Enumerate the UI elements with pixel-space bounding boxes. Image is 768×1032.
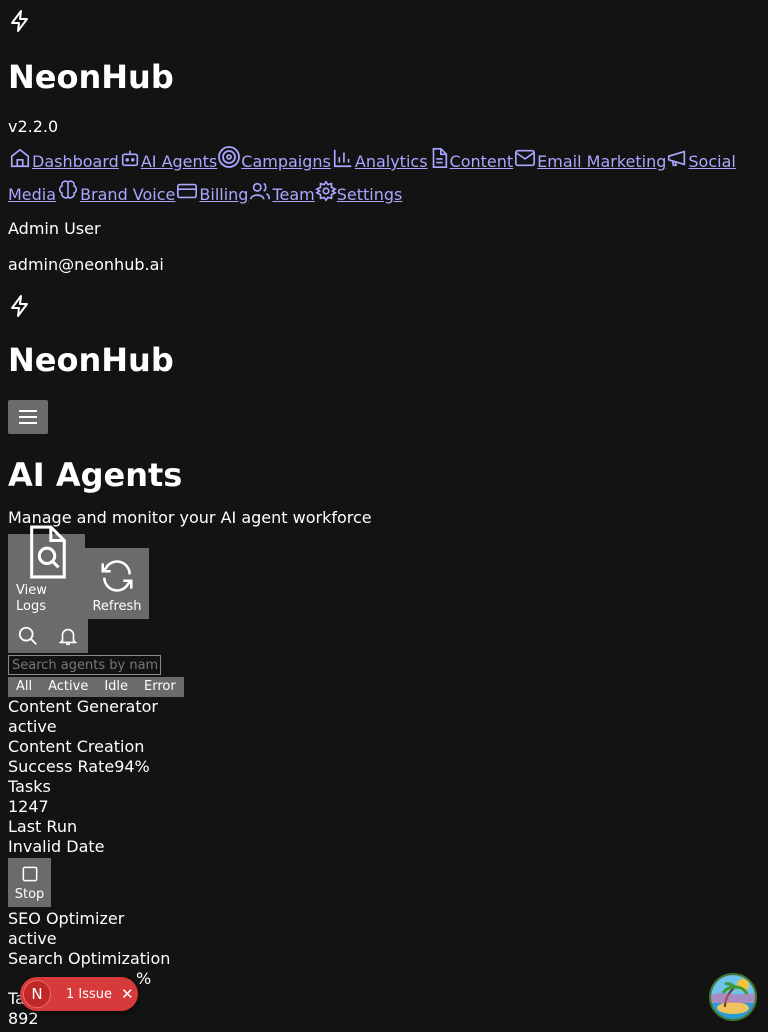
agent-name: SEO Optimizer bbox=[8, 909, 125, 928]
brain-icon bbox=[56, 178, 80, 211]
issue-count: 1 Issue bbox=[66, 986, 113, 1002]
sidebar-item-team[interactable]: Team bbox=[248, 182, 315, 204]
filter-active-button[interactable]: Active bbox=[40, 677, 97, 697]
close-icon[interactable]: ✕ bbox=[121, 985, 134, 1003]
agent-card: Content Generator active Content Creatio… bbox=[8, 697, 760, 907]
sidebar-item-settings[interactable]: Settings bbox=[314, 180, 403, 204]
filter-error-button[interactable]: Error bbox=[136, 677, 184, 697]
page-title: AI Agents bbox=[8, 456, 183, 494]
sidebar-item-label[interactable]: Email Marketing bbox=[537, 152, 666, 171]
lightning-logo-icon bbox=[8, 8, 760, 34]
tasks-value: 1247 bbox=[8, 797, 49, 816]
bar-chart-icon bbox=[331, 147, 355, 178]
sidebar-item-label[interactable]: Campaigns bbox=[241, 152, 331, 171]
success-rate-value: % bbox=[136, 969, 152, 988]
sidebar-item-label[interactable]: Analytics bbox=[355, 152, 428, 171]
tasks-value: 892 bbox=[8, 1009, 39, 1028]
sidebar-item-campaigns[interactable]: Campaigns bbox=[217, 146, 331, 171]
sidebar-item-analytics[interactable]: Analytics bbox=[331, 149, 428, 171]
sidebar-item-label[interactable]: Dashboard bbox=[32, 152, 119, 171]
view-logs-button[interactable]: View Logs bbox=[8, 525, 85, 619]
search-input[interactable] bbox=[8, 655, 161, 675]
mail-icon bbox=[513, 147, 537, 178]
tasks-label: Tasks bbox=[8, 777, 51, 796]
assistant-avatar[interactable] bbox=[709, 973, 757, 1021]
agent-status: active bbox=[8, 717, 57, 736]
view-logs-label: View Logs bbox=[16, 583, 47, 614]
dev-tools-logo: N bbox=[23, 980, 51, 1008]
home-icon bbox=[8, 147, 32, 178]
last-run-value: Invalid Date bbox=[8, 837, 105, 856]
file-text-icon bbox=[428, 147, 450, 178]
megaphone-icon bbox=[666, 147, 688, 178]
target-icon bbox=[217, 145, 241, 178]
sidebar-item-label[interactable]: AI Agents bbox=[141, 152, 217, 171]
page-subtitle: Manage and monitor your AI agent workfor… bbox=[8, 508, 372, 527]
refresh-label: Refresh bbox=[92, 599, 142, 614]
agent-name: Content Generator bbox=[8, 697, 158, 716]
success-rate-label: Success Rate bbox=[8, 757, 115, 776]
user-email: admin@neonhub.ai bbox=[8, 255, 164, 274]
credit-card-icon bbox=[175, 180, 199, 211]
sidebar-item-label[interactable]: Settings bbox=[337, 185, 403, 204]
agent-card: SEO Optimizer active Search Optimization… bbox=[8, 909, 760, 1029]
last-run-label: Last Run bbox=[8, 817, 78, 836]
sidebar-item-label[interactable]: Billing bbox=[199, 185, 248, 204]
user-name: Admin User bbox=[8, 219, 101, 238]
sidebar-item-content[interactable]: Content bbox=[428, 148, 514, 171]
bot-icon bbox=[119, 147, 141, 178]
issue-indicator[interactable]: N 1 Issue ✕ bbox=[20, 977, 138, 1011]
lightning-logo-icon bbox=[8, 293, 760, 319]
success-rate-value: 94% bbox=[114, 757, 150, 776]
sidebar-item-dashboard[interactable]: Dashboard bbox=[8, 148, 119, 171]
filter-all-button[interactable]: All bbox=[8, 677, 41, 697]
sidebar-nav: Dashboard AI Agents Campaigns Analytics Cont… bbox=[8, 145, 760, 211]
sidebar-item-billing[interactable]: Billing bbox=[175, 183, 248, 204]
notifications-button[interactable] bbox=[48, 619, 88, 653]
mobile-app-title: NeonHub bbox=[8, 341, 174, 379]
sidebar-item-email-marketing[interactable]: Email Marketing bbox=[513, 149, 666, 171]
sidebar-item-label[interactable]: Brand Voice bbox=[80, 185, 175, 204]
refresh-button[interactable]: Refresh bbox=[85, 548, 149, 619]
bell-icon bbox=[57, 625, 79, 647]
agent-category: Content Creation bbox=[8, 737, 145, 756]
status-filter-tabs: All Active Idle Error bbox=[8, 677, 760, 697]
file-search-icon bbox=[24, 525, 70, 579]
agent-status: active bbox=[8, 929, 57, 948]
app-title: NeonHub bbox=[8, 58, 174, 96]
gear-icon bbox=[314, 180, 337, 211]
sidebar-item-label[interactable]: Team bbox=[272, 185, 314, 204]
success-rate-row: Success Rate94% bbox=[8, 757, 760, 777]
filter-idle-button[interactable]: Idle bbox=[96, 677, 137, 697]
search-icon bbox=[17, 625, 39, 647]
utility-icons bbox=[8, 619, 760, 653]
stop-agent-button[interactable]: Stop bbox=[8, 858, 51, 907]
hamburger-menu-icon bbox=[18, 409, 38, 425]
sidebar-item-label[interactable]: Content bbox=[450, 152, 514, 171]
stop-label: Stop bbox=[14, 886, 45, 902]
search-button[interactable] bbox=[8, 619, 48, 653]
page-actions: View Logs Refresh bbox=[8, 525, 760, 619]
app-version: v2.2.0 bbox=[8, 117, 59, 136]
users-icon bbox=[248, 180, 272, 211]
refresh-icon bbox=[97, 557, 137, 595]
sidebar-item-brand-voice[interactable]: Brand Voice bbox=[56, 180, 175, 204]
menu-toggle-button[interactable] bbox=[8, 400, 48, 434]
sidebar-item-ai-agents[interactable]: AI Agents bbox=[119, 150, 217, 171]
stop-square-icon bbox=[20, 864, 40, 884]
agent-category: Search Optimization bbox=[8, 949, 171, 968]
